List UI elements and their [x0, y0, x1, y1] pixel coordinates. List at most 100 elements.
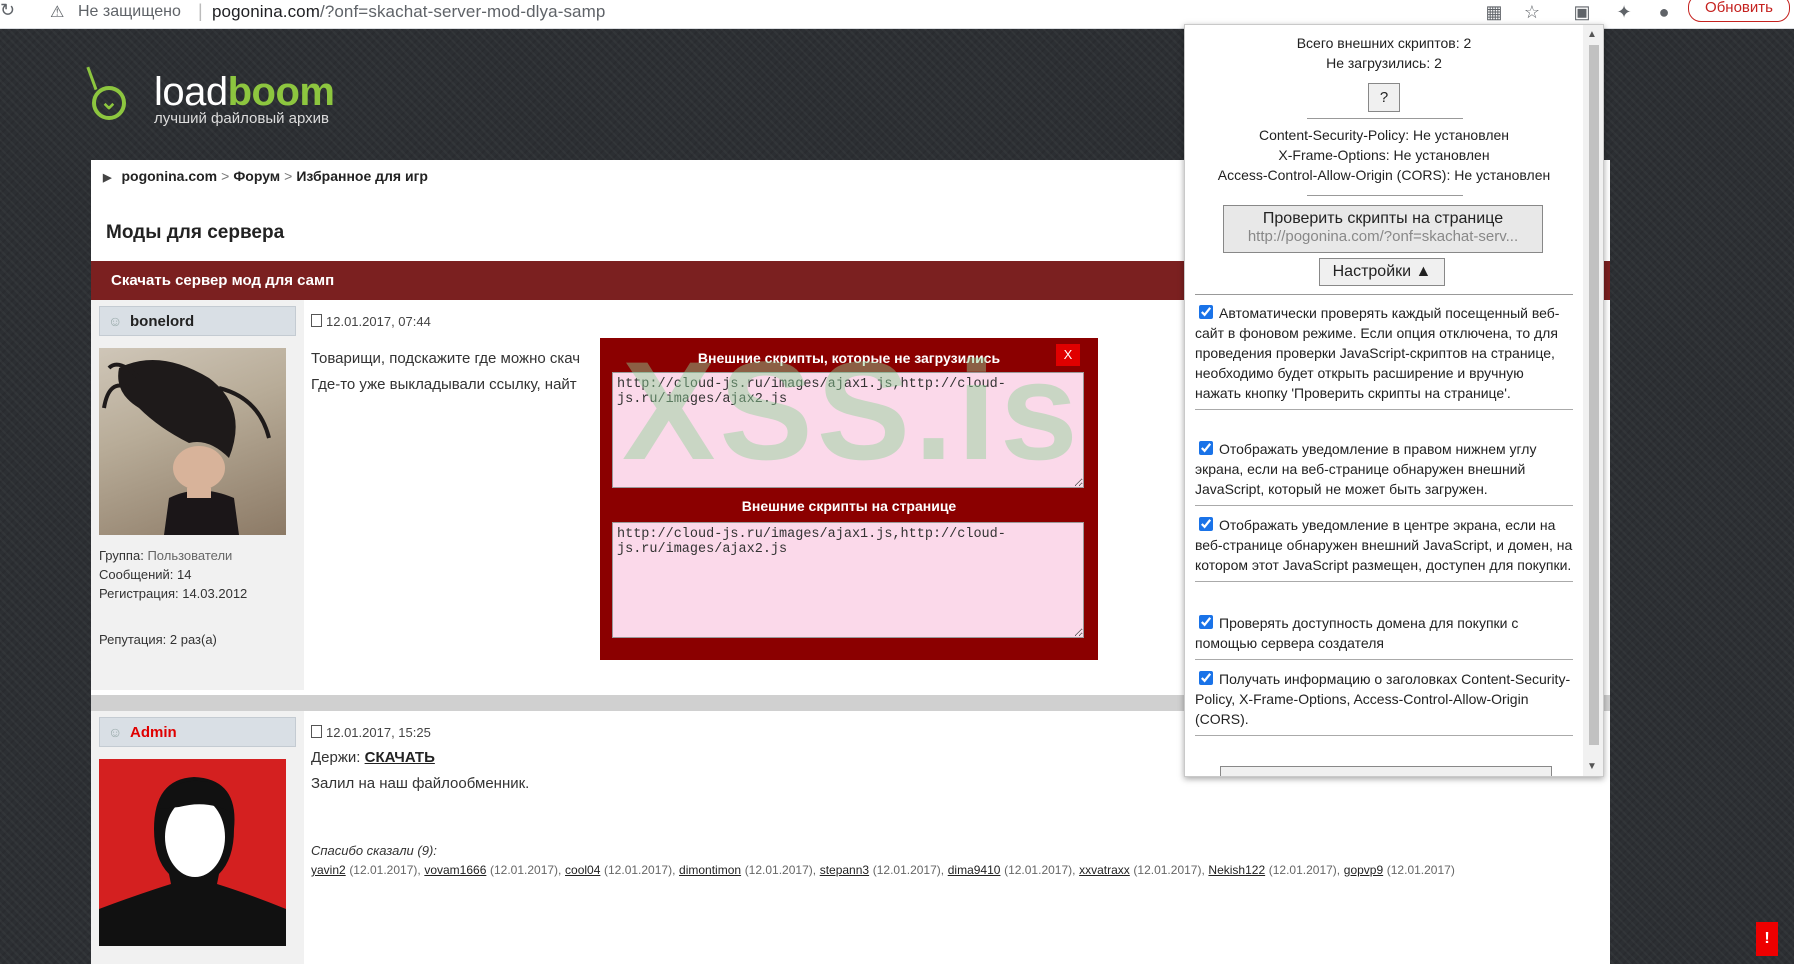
logo-name-part2: boom [227, 70, 335, 114]
thanks-user-link[interactable]: vovam1666 [424, 863, 486, 877]
extension-active-icon[interactable]: ▣ [1570, 0, 1594, 24]
option-headers-info[interactable]: Получать информацию о заголовках Content… [1195, 669, 1573, 736]
settings-button[interactable]: Настройки ▲ [1319, 258, 1445, 286]
star-icon[interactable]: ☆ [1520, 0, 1544, 24]
option-corner-notify-checkbox[interactable] [1199, 441, 1213, 455]
total-scripts-count: Всего внешних скриптов: 2 [1296, 35, 1472, 51]
check-scripts-button[interactable]: Проверить скрипты на странице http://pog… [1223, 205, 1543, 253]
document-icon [311, 314, 322, 327]
breadcrumb-arrow-icon: ▶ [103, 172, 112, 184]
download-link[interactable]: СКАЧАТЬ [365, 749, 435, 766]
thanks-user-link[interactable]: stepann3 [820, 863, 869, 877]
reload-icon[interactable]: ↻ [0, 0, 15, 21]
url-path: /?onf=skachat-server-mod-dlya-samp [320, 2, 606, 21]
url-domain: pogonina.com [212, 2, 320, 21]
caret-up-icon: ▲ [1415, 263, 1432, 280]
divider [1307, 118, 1463, 119]
thanks-date: (12.01.2017), [1133, 863, 1205, 877]
post-2-username[interactable]: Admin [130, 724, 177, 741]
post-1-body: Товарищи, подскажите где можно скач Где-… [311, 350, 581, 393]
url-separator: | [198, 1, 203, 21]
thanks-date: (12.01.2017), [604, 863, 676, 877]
option-center-notify-checkbox[interactable] [1199, 517, 1213, 531]
logo-name-part1: load [154, 70, 228, 114]
thanks-user-link[interactable]: dima9410 [948, 863, 1001, 877]
post-2-avatar [99, 759, 286, 946]
option-auto-check[interactable]: Автоматически проверять каждый посещенны… [1195, 303, 1573, 410]
avatar-woman-image [102, 360, 271, 535]
post-1-user-info: Группа: Пользователи Сообщений: 14 Регис… [99, 548, 248, 601]
thanks-date: (12.01.2017), [872, 863, 945, 877]
puzzle-icon[interactable]: ✦ [1612, 0, 1636, 24]
modal-close-button[interactable]: X [1056, 344, 1080, 366]
option-center-notify[interactable]: Отображать уведомление в центре экрана, … [1195, 515, 1573, 582]
post-1-date: 12.01.2017, 07:44 [311, 314, 431, 329]
thanks-user-link[interactable]: yavin2 [311, 863, 346, 877]
apps-grid-icon[interactable]: ▦ [1482, 0, 1506, 24]
thanks-date: (12.01.2017), [490, 863, 562, 877]
not-loaded-count: Не загрузились: 2 [1326, 55, 1442, 71]
thanks-user-link[interactable]: xxvatraxx [1079, 863, 1130, 877]
breadcrumb-home[interactable]: pogonina.com [121, 168, 217, 184]
divider [1307, 195, 1463, 196]
settings-label: Настройки [1332, 263, 1412, 280]
thanks-user-link[interactable]: gopvp9 [1344, 863, 1383, 877]
post-1-reputation: Репутация: 2 раз(а) [99, 632, 217, 647]
thanks-label: Спасибо сказали (9): [311, 843, 437, 858]
option-domain-check[interactable]: Проверять доступность домена для покупки… [1195, 613, 1573, 660]
scroll-down-icon[interactable]: ▼ [1587, 761, 1597, 772]
update-button[interactable]: Обновить [1688, 0, 1790, 22]
thanks-user-link[interactable]: Nekish122 [1208, 863, 1265, 877]
post-2-username-box[interactable]: ☺ Admin [99, 717, 296, 747]
help-button[interactable]: ? [1368, 83, 1400, 112]
divider [1195, 294, 1573, 295]
modal-title-failed: Внешние скрипты, которые не загрузились [697, 350, 1001, 366]
page-scripts-textarea[interactable]: http://cloud-js.ru/images/ajax1.js,http:… [612, 522, 1084, 638]
failed-scripts-textarea[interactable]: http://cloud-js.ru/images/ajax1.js,http:… [612, 372, 1084, 488]
thanks-list: yavin2 (12.01.2017), vovam1666 (12.01.20… [311, 862, 1455, 877]
csp-status: Content-Security-Policy: Не установлен [1258, 127, 1510, 143]
scripts-modal: Внешние скрипты, которые не загрузились … [600, 338, 1098, 660]
post-2-date: 12.01.2017, 15:25 [311, 725, 431, 740]
thanks-date: (12.01.2017), [349, 863, 421, 877]
address-bar[interactable]: pogonina.com/?onf=skachat-server-mod-dly… [212, 2, 605, 22]
avatar-silhouette-image [99, 777, 286, 946]
option-auto-check-checkbox[interactable] [1199, 305, 1213, 319]
extension-popup: Всего внешних скриптов: 2 Не загрузились… [1184, 24, 1604, 777]
scroll-up-icon[interactable]: ▲ [1587, 29, 1597, 40]
user-icon: ☺ [108, 313, 123, 329]
site-logo[interactable]: ⌄ loadboom лучший файловый архив [86, 58, 348, 128]
option-headers-info-checkbox[interactable] [1199, 671, 1213, 685]
popup-scrollbar-thumb[interactable] [1589, 45, 1599, 745]
check-scripts-url: http://pogonina.com/?onf=skachat-serv... [1247, 228, 1519, 245]
post-2-body: Держи: СКАЧАТЬ Залил на наш файлообменни… [311, 749, 530, 792]
breadcrumb: ▶ pogonina.com > Форум > Избранное для игр [103, 168, 428, 184]
cors-status: Access-Control-Allow-Origin (CORS): Не у… [1217, 167, 1551, 183]
thanks-user-link[interactable]: dimontimon [679, 863, 741, 877]
breadcrumb-forum[interactable]: Форум [233, 168, 280, 184]
breadcrumb-section[interactable]: Избранное для игр [296, 168, 428, 184]
post-1-username-box[interactable]: ☺ bonelord [99, 306, 296, 336]
post-1-username[interactable]: bonelord [130, 313, 194, 330]
xfo-status: X-Frame-Options: Не установлен [1278, 147, 1490, 163]
option-corner-notify[interactable]: Отображать уведомление в правом нижнем у… [1195, 439, 1573, 506]
page-title: Моды для сервера [106, 222, 285, 243]
thanks-date: (12.01.2017) [1386, 863, 1455, 877]
thanks-section: Спасибо сказали (9): yavin2 (12.01.2017)… [311, 843, 1455, 877]
logo-tagline: лучший файловый архив [154, 110, 330, 127]
logo-download-icon: ⌄ [92, 86, 126, 120]
security-label[interactable]: Не защищено [78, 3, 181, 21]
option-domain-check-checkbox[interactable] [1199, 615, 1213, 629]
popup-bottom-button[interactable] [1220, 766, 1552, 776]
thanks-user-link[interactable]: cool04 [565, 863, 600, 877]
user-icon: ☺ [108, 724, 123, 740]
topic-title: Скачать сервер мод для самп [111, 272, 335, 289]
thanks-date: (12.01.2017), [744, 863, 817, 877]
warning-icon[interactable]: ⚠ [50, 2, 64, 22]
post-1-avatar [99, 348, 286, 535]
check-scripts-label: Проверить скрипты на странице [1262, 210, 1504, 227]
thanks-date: (12.01.2017), [1004, 863, 1076, 877]
profile-icon[interactable]: ● [1652, 0, 1676, 24]
headers-info: Content-Security-Policy: Не установлен X… [1185, 125, 1583, 185]
notification-badge[interactable]: ! [1756, 922, 1778, 956]
